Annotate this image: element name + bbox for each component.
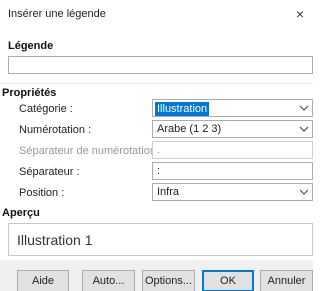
categorie-label: Catégorie : [19, 103, 73, 115]
separateur-numerotation-label: Séparateur de numérotation : [19, 145, 163, 157]
numerotation-combobox[interactable]: Arabe (1 2 3) [152, 120, 313, 138]
separateur-input[interactable]: : [152, 162, 313, 180]
annuler-button[interactable]: Annuler [260, 270, 313, 291]
apercu-heading: Aperçu [2, 207, 40, 219]
window-title: Insérer une légende [8, 8, 106, 20]
aide-button[interactable]: Aide [17, 270, 69, 291]
position-label: Position : [19, 187, 65, 199]
legende-input[interactable] [8, 56, 313, 74]
chevron-down-icon[interactable] [299, 122, 309, 136]
chevron-down-icon[interactable] [299, 101, 309, 115]
categorie-combobox[interactable]: Illustration [152, 99, 313, 117]
separateur-label: Séparateur : [19, 166, 80, 178]
auto-button[interactable]: Auto... [82, 270, 135, 291]
separateur-value: : [157, 165, 161, 177]
categorie-value: Illustration [155, 102, 210, 116]
title-bar: Insérer une légende × [0, 0, 313, 30]
divider [0, 83, 313, 84]
separateur-numerotation-input[interactable]: . [152, 141, 313, 159]
numerotation-value: Arabe (1 2 3) [157, 123, 222, 135]
position-combobox[interactable]: Infra [152, 183, 313, 201]
close-icon[interactable]: × [292, 5, 308, 23]
chevron-down-icon[interactable] [299, 185, 309, 199]
separateur-numerotation-value: . [157, 144, 161, 156]
apercu-preview: Illustration 1 [8, 223, 313, 256]
proprietes-heading: Propriétés [2, 87, 57, 99]
ok-button[interactable]: OK [202, 270, 254, 291]
apercu-text: Illustration 1 [17, 232, 93, 248]
options-button[interactable]: Options... [142, 270, 195, 291]
legende-heading: Légende [8, 40, 54, 52]
position-value: Infra [157, 186, 180, 198]
numerotation-label: Numérotation : [19, 124, 92, 136]
